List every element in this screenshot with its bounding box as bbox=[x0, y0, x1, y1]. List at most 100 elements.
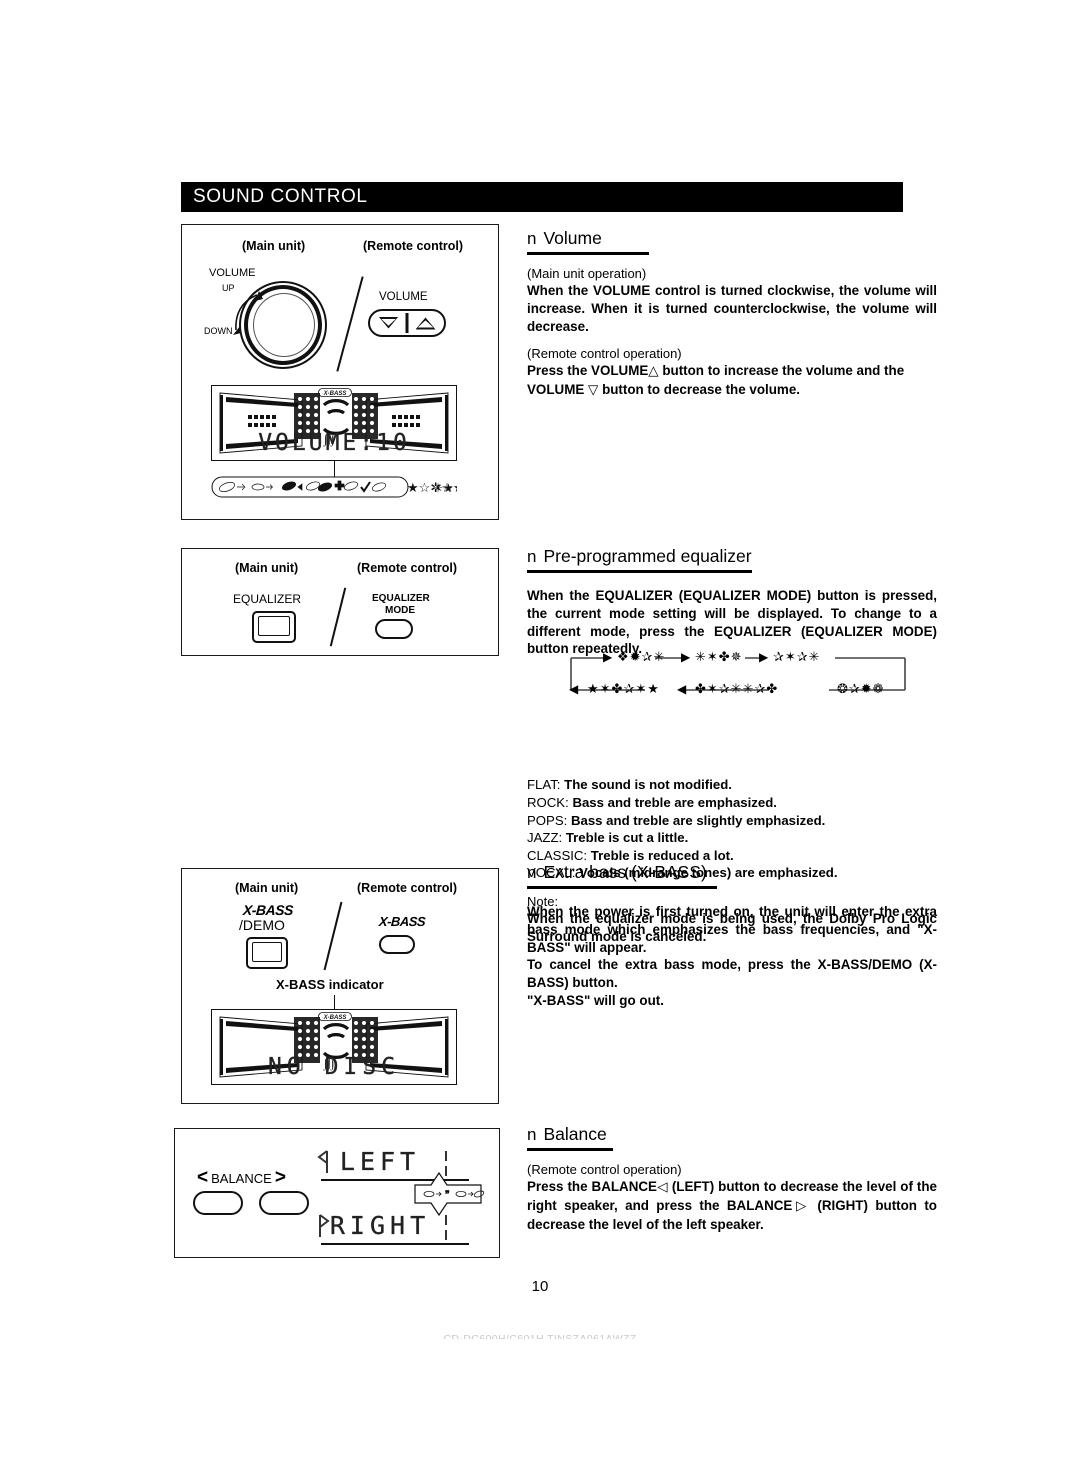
eq-main-button[interactable] bbox=[252, 611, 296, 643]
flow-arrow-right-icon: ▶ bbox=[681, 650, 692, 664]
eq-mode-desc: Treble is cut a little. bbox=[565, 830, 689, 846]
svg-text:✳★: ✳★ bbox=[433, 481, 454, 495]
eq-remote-button-label-2: MODE bbox=[385, 605, 415, 616]
volume-remote-label: VOLUME bbox=[379, 291, 428, 303]
balance-right-button[interactable] bbox=[259, 1191, 309, 1215]
balance-label: BALANCE bbox=[211, 1170, 272, 1186]
volume-main-unit-subhead: (Main unit operation) bbox=[527, 265, 647, 281]
figure-volume-panel: (Main unit) (Remote control) VOLUME UP D… bbox=[181, 224, 499, 520]
topic-bullet-icon: n bbox=[527, 1125, 537, 1144]
figure-balance-panel: < BALANCE > LEFT RIGHT ” bbox=[174, 1128, 500, 1258]
topic-volume-title: Volume bbox=[543, 228, 602, 248]
xbass-body-3: "X-BASS" will go out. bbox=[527, 993, 664, 1009]
flow-arrow-right-icon: ▶ bbox=[759, 650, 770, 664]
page-number: 10 bbox=[531, 1278, 549, 1295]
figure-volume-caption-remote: (Remote control) bbox=[363, 239, 463, 253]
balance-right-symbol-icon: ▷ bbox=[792, 1198, 810, 1214]
balance-button-label-group: < BALANCE > bbox=[197, 1167, 286, 1189]
figure-divider-slash bbox=[323, 901, 343, 971]
eq-remote-button-label-1: EQUALIZER bbox=[372, 593, 430, 604]
flow-arrow-right-icon: ▶ bbox=[603, 650, 614, 664]
eq-remote-button[interactable] bbox=[375, 619, 413, 639]
volume-display-value: VOLUME:10 bbox=[258, 430, 410, 456]
balance-left-button[interactable] bbox=[193, 1191, 243, 1215]
figure-xbass-panel: (Main unit) (Remote control) X-BASS /DEM… bbox=[181, 868, 499, 1104]
display-icon-strip: ★☆✲☆★ ✳★ bbox=[211, 475, 457, 501]
volume-remote-body-c: button to decrease the volume. bbox=[602, 382, 800, 398]
eq-mode-flat-glyph: ❖✹✰✳ bbox=[617, 650, 666, 665]
volume-main-unit-body: When the VOLUME control is turned clockw… bbox=[527, 282, 937, 334]
eq-mode-rock-glyph: ✳✶✤✵ bbox=[695, 650, 743, 665]
volume-up-button-icon[interactable] bbox=[416, 317, 436, 330]
eq-main-button-label: EQUALIZER bbox=[233, 592, 302, 606]
svg-text:X-BASS: X-BASS bbox=[323, 1015, 347, 1021]
topic-balance-heading: n Balance bbox=[527, 1124, 937, 1145]
flow-arrow-left-icon: ◀ bbox=[569, 682, 580, 696]
xbass-indicator-label: X-BASS indicator bbox=[276, 977, 384, 992]
figure-eq-caption-remote: (Remote control) bbox=[357, 561, 457, 575]
topic-equalizer-heading: n Pre-programmed equalizer bbox=[527, 546, 937, 567]
flow-arrow-left-icon: ◀ bbox=[677, 682, 688, 696]
balance-left-bracket-icon bbox=[317, 1150, 328, 1173]
eq-mode-row: POPS: Bass and treble are slightly empha… bbox=[527, 812, 937, 830]
topic-bullet-icon: n bbox=[527, 863, 537, 882]
xbass-badge-icon: X-BASS bbox=[318, 1012, 352, 1021]
eq-mode-desc: Treble is reduced a lot. bbox=[590, 847, 734, 863]
eq-mode-name: JAZZ: bbox=[527, 830, 563, 846]
xbass-main-button[interactable] bbox=[246, 937, 288, 969]
topic-xbass-heading: n Extra bass (X-BASS) bbox=[527, 862, 937, 883]
xbass-remote-button[interactable] bbox=[379, 935, 415, 954]
topic-volume-heading: n Volume bbox=[527, 228, 937, 249]
equalizer-mode-flow-diagram: ▶ ❖✹✰✳ ▶ ✳✶✤✵ ▶ ✰✶✰✳ ❂✰✹❁ ✤✶✰✳✳✰✤ ◀ ★✶✤✰… bbox=[567, 650, 912, 700]
topic-volume: n Volume (Main unit operation) When the V… bbox=[527, 228, 937, 400]
eq-mode-name: FLAT: bbox=[527, 777, 561, 793]
eq-mode-classic-glyph: ✤✶✰✳✳✰✤ bbox=[695, 682, 779, 697]
manual-page: SOUND CONTROL (Main unit) (Remote contro… bbox=[0, 0, 1080, 1477]
figure-eq-caption-main: (Main unit) bbox=[235, 561, 299, 575]
volume-remote-body-a: Press the VOLUME bbox=[527, 363, 649, 379]
balance-right-bracket-icon bbox=[319, 1214, 330, 1237]
topic-xbass-rule bbox=[527, 886, 717, 889]
svg-text:X-BASS: X-BASS bbox=[323, 391, 347, 397]
svg-text:”: ” bbox=[445, 1189, 450, 1199]
eq-mode-desc: The sound is not modified. bbox=[564, 777, 732, 793]
eq-mode-row: FLAT: The sound is not modified. bbox=[527, 776, 937, 794]
eq-mode-desc: Bass and treble are slightly emphasized. bbox=[570, 812, 826, 828]
volume-knob-label: VOLUME bbox=[209, 267, 256, 279]
volume-down-button-icon[interactable] bbox=[379, 317, 399, 330]
xbass-indicator-callout bbox=[334, 995, 336, 1009]
topic-bullet-icon: n bbox=[527, 229, 537, 248]
topic-bullet-icon: n bbox=[527, 547, 537, 566]
balance-right-chevron-icon: > bbox=[274, 1167, 286, 1188]
figure-volume-caption-main: (Main unit) bbox=[242, 239, 306, 253]
balance-callout-burst: ” bbox=[414, 1171, 485, 1217]
balance-right-tick-icon bbox=[445, 1215, 447, 1240]
balance-right-rule bbox=[321, 1243, 469, 1245]
eq-mode-name: CLASSIC: bbox=[527, 847, 588, 863]
xbass-badge-icon: X-BASS bbox=[318, 388, 352, 397]
volume-down-symbol-icon: ▽ bbox=[588, 383, 599, 399]
xbass-body-2: To cancel the extra bass mode, press the… bbox=[527, 957, 937, 991]
eq-mode-jazz-glyph: ★✶✤✰✶★ bbox=[587, 682, 660, 697]
topic-volume-rule bbox=[527, 252, 649, 255]
eq-mode-name: POPS: bbox=[527, 812, 568, 828]
eq-mode-row: ROCK: Bass and treble are emphasized. bbox=[527, 794, 937, 812]
eq-mode-name: ROCK: bbox=[527, 794, 569, 810]
eq-mode-desc: Bass and treble are emphasized. bbox=[572, 794, 777, 810]
figure-divider-slash bbox=[336, 276, 364, 372]
topic-equalizer-title: Pre-programmed equalizer bbox=[543, 546, 752, 566]
balance-left-symbol-icon: ◁ bbox=[657, 1179, 668, 1195]
figure-divider-slash bbox=[329, 587, 347, 647]
topic-xbass: n Extra bass (X-BASS) When the power is f… bbox=[527, 862, 937, 1010]
volume-remote-body: Press the VOLUME△ button to increase the… bbox=[527, 362, 937, 400]
balance-left-chevron-icon: < bbox=[197, 1167, 209, 1188]
topic-balance-rule bbox=[527, 1148, 613, 1151]
volume-up-symbol-icon: △ bbox=[648, 364, 659, 380]
volume-lcd-display: ∫∫∫ X-BASS VOLUME:10 bbox=[211, 385, 457, 461]
eq-mode-row: JAZZ: Treble is cut a little. bbox=[527, 829, 937, 847]
xbass-remote-button-logo: X-BASS bbox=[378, 914, 426, 929]
eq-mode-pops-glyph: ✰✶✰✳ bbox=[773, 650, 821, 665]
topic-balance: n Balance (Remote control operation) Pres… bbox=[527, 1124, 937, 1233]
volume-knob[interactable] bbox=[239, 281, 327, 369]
volume-remote-rocker[interactable] bbox=[368, 309, 446, 337]
